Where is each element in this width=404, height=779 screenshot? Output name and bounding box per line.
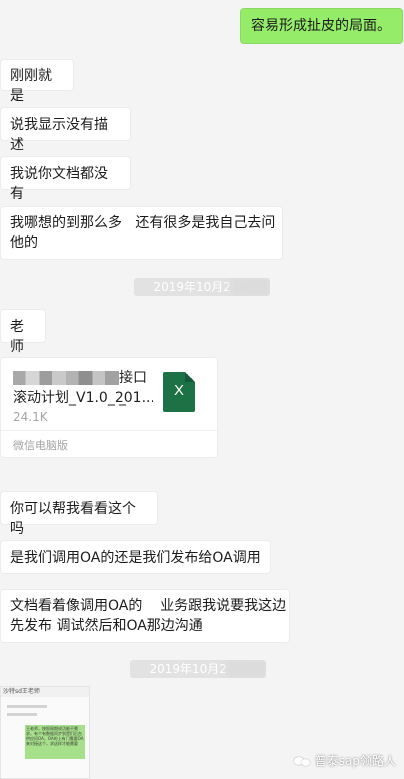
watermark-text: 普泰sap领路人	[314, 754, 396, 768]
redaction	[230, 278, 270, 296]
message-text: 老师	[10, 319, 24, 355]
timestamp: 2019年10月25日	[134, 278, 270, 296]
image-message-thumbnail[interactable]: 沙特sd王老师 王老师，按照周期成功能不需求，有个有数据同步到是们后台供应问OA…	[0, 686, 90, 779]
message-text: 你可以帮我看看这个吗	[10, 501, 136, 537]
message-text: 容易形成扯皮的局面。	[251, 18, 391, 34]
watermark: 普泰sap领路人	[293, 752, 396, 769]
file-name-part: 接口_	[119, 370, 147, 406]
thumbnail-header: 沙特sd王老师	[1, 687, 89, 697]
thumbnail-line	[7, 713, 37, 716]
message-bubble[interactable]: 文档看着像调用OA的 业务跟我说要我这边 先发布 调试然后和OA那边沟通	[0, 589, 290, 643]
message-bubble[interactable]: 老师	[0, 309, 46, 355]
file-source: 微信电脑版	[13, 439, 68, 452]
thumbnail-bubble: 王老师，按照周期成功能不需求，有个有数据同步到是们后台供应问OA，OA的上有门需…	[25, 725, 85, 759]
file-name: 接口_ 滚动计划_V1.0_201...	[13, 368, 153, 408]
message-bubble[interactable]: 刚刚就是	[0, 59, 74, 104]
message-text: 他的	[10, 235, 38, 251]
message-bubble[interactable]: 我说你文档都没有	[0, 156, 131, 202]
message-bubble[interactable]: 说我显示没有描述	[0, 107, 131, 153]
wechat-icon	[293, 755, 310, 767]
message-text: 是我们调用OA的还是我们发布给OA调用	[10, 550, 261, 566]
redacted-filename	[13, 371, 119, 385]
timestamp: 2019年10月25日	[130, 660, 266, 678]
message-text: 我说你文档都没有	[10, 166, 108, 202]
message-text: 文档看着像调用OA的 业务跟我说要我这边	[10, 598, 287, 614]
message-bubble-self[interactable]: 容易形成扯皮的局面。	[240, 8, 403, 44]
message-text: 刚刚就是	[10, 68, 52, 104]
thumbnail-line	[7, 705, 47, 708]
redaction	[226, 660, 266, 678]
file-size: 24.1K	[13, 410, 48, 424]
message-bubble[interactable]: 你可以帮我看看这个吗	[0, 491, 158, 537]
divider	[1, 430, 217, 431]
message-text: 说我显示没有描述	[10, 117, 108, 153]
excel-icon: X	[163, 372, 195, 412]
file-message-card[interactable]: 接口_ 滚动计划_V1.0_201... X 24.1K 微信电脑版	[0, 357, 218, 458]
message-text: 先发布 调试然后和OA那边沟通	[10, 618, 203, 634]
message-bubble[interactable]: 我哪想的到那么多 还有很多是我自己去问 他的	[0, 206, 283, 260]
message-bubble[interactable]: 是我们调用OA的还是我们发布给OA调用	[0, 540, 271, 574]
message-text: 我哪想的到那么多 还有很多是我自己去问	[10, 215, 276, 231]
